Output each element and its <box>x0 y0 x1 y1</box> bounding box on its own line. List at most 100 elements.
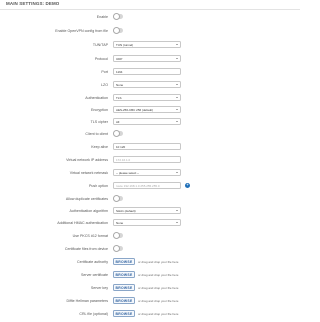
enable-label: Enable <box>96 15 108 19</box>
row-keep-alive: Keep alive 10 120 <box>0 143 300 155</box>
row-server-key: Server key BROWSE or drag and drop your … <box>0 284 300 296</box>
toggle-knob <box>113 195 120 202</box>
chevron-down-icon <box>176 57 178 59</box>
row-enable: Enable <box>0 13 300 25</box>
port-value: 1194 <box>116 70 123 74</box>
crl-file-browse-button[interactable]: BROWSE <box>113 310 135 317</box>
enable-openvpn-config-label: Enable OpenVPN config from file <box>55 29 108 33</box>
server-key-upload: BROWSE or drag and drop your file here <box>113 284 203 292</box>
row-certificate-from-device: Certificate files from device <box>0 245 300 257</box>
toggle-knob <box>113 232 120 239</box>
row-server-certificate: Server certificate BROWSE or drag and dr… <box>0 271 300 283</box>
chevron-down-icon <box>176 209 178 211</box>
client-to-client-label: Client to client <box>85 132 108 136</box>
additional-hmac-select[interactable]: None <box>113 219 181 226</box>
dh-params-browse-button[interactable]: BROWSE <box>113 297 135 304</box>
server-certificate-browse-button[interactable]: BROWSE <box>113 271 135 278</box>
keep-alive-input[interactable]: 10 120 <box>113 143 181 150</box>
chevron-down-icon <box>176 108 178 110</box>
certificate-from-device-label: Certificate files from device <box>64 247 108 251</box>
enable-toggle[interactable] <box>113 13 123 20</box>
virtual-network-ip-placeholder: 172.16.1.0 <box>116 158 131 162</box>
chevron-down-icon <box>176 96 178 98</box>
port-input[interactable]: 1194 <box>113 68 181 75</box>
certificate-authority-upload: BROWSE or drag and drop your file here <box>113 258 203 266</box>
virtual-network-netmask-label: Virtual network netmask <box>69 171 108 175</box>
encryption-value: AES-256-CBC 256 (default) <box>116 108 154 112</box>
push-option-placeholder: route 192.168.1.0 255.255.255.0 <box>116 184 160 188</box>
upload-hint: or drag and drop your file here <box>138 298 179 303</box>
keep-alive-value: 10 120 <box>116 145 126 149</box>
lzo-label: LZO <box>101 83 108 87</box>
protocol-value: UDP <box>116 57 123 61</box>
server-certificate-label: Server certificate <box>81 273 108 277</box>
row-port: Port 1194 <box>0 68 300 80</box>
protocol-select[interactable]: UDP <box>113 55 181 62</box>
add-icon[interactable]: + <box>185 183 190 188</box>
row-dh-params: Diffie Hellman parameters BROWSE or drag… <box>0 297 300 309</box>
chevron-down-icon <box>176 83 178 85</box>
upload-hint: or drag and drop your file here <box>138 311 179 316</box>
row-lzo: LZO None <box>0 81 300 93</box>
push-option-input[interactable]: route 192.168.1.0 255.255.255.0 <box>113 182 181 189</box>
virtual-network-ip-input[interactable]: 172.16.1.0 <box>113 156 181 163</box>
row-use-pkcs12: Use PKCS #12 format <box>0 232 300 244</box>
keep-alive-label: Keep alive <box>91 145 108 149</box>
dh-params-label: Diffie Hellman parameters <box>66 299 108 303</box>
crl-file-upload: BROWSE or drag and drop your file here <box>113 310 203 318</box>
allow-duplicate-certificates-toggle[interactable] <box>113 195 123 202</box>
toggle-knob <box>113 13 120 20</box>
row-client-to-client: Client to client <box>0 130 300 142</box>
enable-openvpn-config-toggle[interactable] <box>113 27 123 34</box>
section-title: MAIN SETTINGS: DEMO <box>6 1 60 6</box>
virtual-network-netmask-select[interactable]: -- please select -- <box>113 169 181 176</box>
allow-duplicate-certificates-label: Allow duplicate certificates <box>65 197 108 201</box>
use-pkcs12-toggle[interactable] <box>113 232 123 239</box>
encryption-select[interactable]: AES-256-CBC 256 (default) <box>113 106 181 113</box>
tls-cipher-value: All <box>116 120 120 124</box>
certificate-authority-label: Certificate authority <box>77 260 108 264</box>
row-crl-file: CRL file (optional) BROWSE or drag and d… <box>0 310 300 322</box>
protocol-label: Protocol <box>94 57 108 61</box>
chevron-down-icon <box>176 221 178 223</box>
authentication-algorithm-label: Authentication algorithm <box>69 209 108 213</box>
client-to-client-toggle[interactable] <box>113 130 123 137</box>
tun-tap-select[interactable]: TUN (tunnel) <box>113 41 181 48</box>
encryption-label: Encryption <box>91 108 108 112</box>
authentication-value: TLS <box>116 96 122 100</box>
server-key-browse-button[interactable]: BROWSE <box>113 284 135 291</box>
lzo-select[interactable]: None <box>113 81 181 88</box>
section-header: MAIN SETTINGS: DEMO <box>0 0 300 10</box>
row-allow-duplicate-certificates: Allow duplicate certificates <box>0 195 300 207</box>
row-enable-openvpn-config: Enable OpenVPN config from file <box>0 27 300 39</box>
toggle-knob <box>113 130 120 137</box>
row-certificate-authority: Certificate authority BROWSE or drag and… <box>0 258 300 270</box>
tun-tap-label: TUN/TAP <box>92 43 108 47</box>
upload-hint: or drag and drop your file here <box>138 259 179 264</box>
virtual-network-ip-label: Virtual network IP address <box>66 158 108 162</box>
row-authentication: Authentication TLS <box>0 94 300 106</box>
upload-hint: or drag and drop your file here <box>138 285 179 290</box>
port-label: Port <box>101 70 108 74</box>
toggle-knob <box>113 27 120 34</box>
tun-tap-value: TUN (tunnel) <box>116 43 134 47</box>
authentication-select[interactable]: TLS <box>113 94 181 101</box>
additional-hmac-label: Additional HMAC authentication <box>57 221 108 225</box>
certificate-from-device-toggle[interactable] <box>113 245 123 252</box>
row-virtual-network-ip: Virtual network IP address 172.16.1.0 <box>0 156 300 168</box>
certificate-authority-browse-button[interactable]: BROWSE <box>113 258 135 265</box>
authentication-algorithm-select[interactable]: SHA1 (default) <box>113 207 181 214</box>
toggle-knob <box>113 245 120 252</box>
server-certificate-upload: BROWSE or drag and drop your file here <box>113 271 203 279</box>
chevron-down-icon <box>176 171 178 173</box>
virtual-network-netmask-value: -- please select -- <box>116 171 140 175</box>
chevron-down-icon <box>176 120 178 122</box>
row-push-option: Push option route 192.168.1.0 255.255.25… <box>0 182 300 194</box>
authentication-algorithm-value: SHA1 (default) <box>116 209 136 213</box>
lzo-value: None <box>116 83 124 87</box>
dh-params-upload: BROWSE or drag and drop your file here <box>113 297 203 305</box>
tls-cipher-label: TLS cipher <box>90 120 108 124</box>
upload-hint: or drag and drop your file here <box>138 272 179 277</box>
tls-cipher-select[interactable]: All <box>113 118 181 125</box>
push-option-label: Push option <box>89 184 108 188</box>
